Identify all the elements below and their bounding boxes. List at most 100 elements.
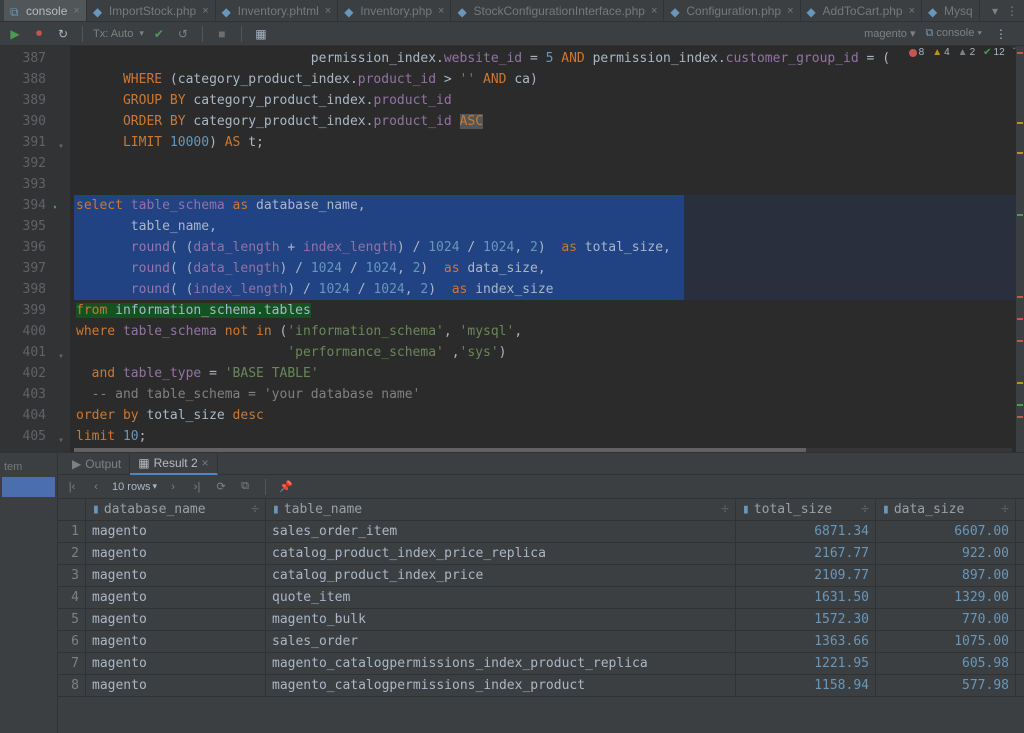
code-line[interactable]: permission_index.website_id = 5 AND perm… [74, 48, 1024, 69]
code-line[interactable]: select table_schema as database_name, [74, 195, 684, 216]
close-icon[interactable]: × [202, 456, 209, 470]
cell-database-name[interactable]: magento [86, 587, 266, 608]
chevron-down-icon[interactable]: ▾ [139, 28, 144, 39]
column-header[interactable]: ▮data_size÷ [876, 499, 1016, 520]
code-line[interactable]: 'performance_schema' ,'sys') [74, 342, 1024, 363]
file-tab[interactable]: ◆Inventory.php× [338, 0, 451, 22]
cell-total-size[interactable]: 1221.95 [736, 653, 876, 674]
file-tab[interactable]: ⧉console× [4, 0, 87, 22]
cell-data-size[interactable]: 770.00 [876, 609, 1016, 630]
more-icon[interactable]: ⋮ [1006, 4, 1018, 18]
editor-minimap-stripe[interactable] [1016, 46, 1024, 452]
close-icon[interactable]: × [325, 5, 331, 17]
last-page-icon[interactable]: ›| [189, 479, 205, 495]
code-line[interactable]: GROUP BY category_product_index.product_… [74, 90, 1024, 111]
code-line[interactable]: where table_schema not in ('information_… [74, 321, 1024, 342]
code-line[interactable]: LIMIT 10000) AS t; [74, 132, 1024, 153]
code-line[interactable]: round( (index_length) / 1024 / 1024, 2) … [74, 279, 684, 300]
history-icon[interactable]: ↻ [54, 25, 72, 43]
tx-mode-label[interactable]: Tx: Auto [93, 28, 133, 40]
cell-table-name[interactable]: sales_order_item [266, 521, 736, 542]
pin-icon[interactable]: 📌 [278, 479, 294, 495]
cell-data-size[interactable]: 605.98 [876, 653, 1016, 674]
cell-table-name[interactable]: quote_item [266, 587, 736, 608]
cell-database-name[interactable]: magento [86, 543, 266, 564]
rollback-icon[interactable]: ↺ [174, 25, 192, 43]
cell-total-size[interactable]: 2109.77 [736, 565, 876, 586]
sort-icon[interactable]: ÷ [251, 502, 259, 517]
datasource-label[interactable]: magento ▾ [864, 27, 915, 40]
code-line[interactable]: round( (data_length + index_length) / 10… [74, 237, 684, 258]
close-icon[interactable]: × [909, 5, 915, 17]
column-header[interactable]: ▮database_name÷ [86, 499, 266, 520]
cell-table-name[interactable]: magento_catalogpermissions_index_product [266, 675, 736, 696]
file-tab[interactable]: ◆ImportStock.php× [87, 0, 216, 22]
code-line[interactable]: order by total_size desc [74, 405, 1024, 426]
code-line[interactable]: from information_schema.tables [74, 300, 1024, 321]
prev-page-icon[interactable]: ‹ [88, 479, 104, 495]
stop2-icon[interactable]: ■ [213, 25, 231, 43]
cell-total-size[interactable]: 2167.77 [736, 543, 876, 564]
cell-database-name[interactable]: magento [86, 565, 266, 586]
sort-icon[interactable]: ÷ [721, 502, 729, 517]
table-row[interactable]: 8magentomagento_catalogpermissions_index… [58, 675, 1024, 697]
cell-data-size[interactable]: 1075.00 [876, 631, 1016, 652]
file-tab[interactable]: ◆Configuration.php× [664, 0, 800, 22]
sql-editor[interactable]: 3873883893903913923933943953963973983994… [0, 46, 1024, 452]
sidebar-item-unknown[interactable]: tem [2, 457, 55, 477]
code-line[interactable]: limit 10; [74, 426, 1024, 447]
rows-dropdown[interactable]: 10 rows ▾ [112, 481, 157, 493]
sort-icon[interactable]: ÷ [861, 502, 869, 517]
console-target-label[interactable]: ⧉ console ▾ [925, 27, 982, 40]
code-line[interactable] [74, 153, 1024, 174]
cell-total-size[interactable]: 1363.66 [736, 631, 876, 652]
code-area[interactable]: permission_index.website_id = 5 AND perm… [70, 46, 1024, 452]
cell-database-name[interactable]: magento [86, 521, 266, 542]
cell-table-name[interactable]: catalog_product_index_price_replica [266, 543, 736, 564]
close-icon[interactable]: × [73, 5, 79, 17]
code-line[interactable]: ORDER BY category_product_index.product_… [74, 111, 1024, 132]
left-tool-strip[interactable]: tem [0, 453, 58, 733]
sidebar-item-active[interactable] [2, 477, 55, 497]
result-tab[interactable]: ▶Output [64, 453, 130, 475]
code-line[interactable]: and table_type = 'BASE TABLE' [74, 363, 1024, 384]
cell-data-size[interactable]: 577.98 [876, 675, 1016, 696]
table-row[interactable]: 1magentosales_order_item6871.346607.00 [58, 521, 1024, 543]
file-tab[interactable]: ◆StockConfigurationInterface.php× [451, 0, 664, 22]
cell-database-name[interactable]: magento [86, 675, 266, 696]
table-row[interactable]: 7magentomagento_catalogpermissions_index… [58, 653, 1024, 675]
column-header[interactable]: ▮total_size÷ [736, 499, 876, 520]
table-row[interactable]: 6magentosales_order1363.661075.00 [58, 631, 1024, 653]
cell-data-size[interactable]: 897.00 [876, 565, 1016, 586]
cell-database-name[interactable]: magento [86, 609, 266, 630]
cell-table-name[interactable]: magento_bulk [266, 609, 736, 630]
chevron-down-icon[interactable]: ▾ [992, 4, 998, 18]
reload-icon[interactable]: ⟳ [213, 479, 229, 495]
fold-column[interactable]: ▾▾▾ [56, 46, 70, 452]
sort-icon[interactable]: ÷ [1001, 502, 1009, 517]
code-line[interactable]: table_name, [74, 216, 684, 237]
result-tab[interactable]: ▦Result 2 × [130, 453, 217, 475]
first-page-icon[interactable]: |‹ [64, 479, 80, 495]
close-icon[interactable]: × [651, 5, 657, 17]
close-icon[interactable]: × [202, 5, 208, 17]
close-icon[interactable]: × [787, 5, 793, 17]
code-line[interactable]: -- and table_schema = 'your database nam… [74, 384, 1024, 405]
file-tab[interactable]: ◆Inventory.phtml× [216, 0, 339, 22]
more-icon[interactable]: ⋮ [992, 25, 1010, 43]
file-tab[interactable]: ◆AddToCart.php× [801, 0, 923, 22]
cell-table-name[interactable]: catalog_product_index_price [266, 565, 736, 586]
table-row[interactable]: 3magentocatalog_product_index_price2109.… [58, 565, 1024, 587]
cell-data-size[interactable]: 1329.00 [876, 587, 1016, 608]
code-line[interactable] [74, 174, 1024, 195]
file-tab[interactable]: ◆Mysq [922, 0, 980, 22]
layout-icon[interactable]: ▦ [252, 25, 270, 43]
cell-data-size[interactable]: 922.00 [876, 543, 1016, 564]
code-line[interactable]: round( (data_length) / 1024 / 1024, 2) a… [74, 258, 684, 279]
copy-icon[interactable]: ⧉ [237, 479, 253, 495]
cell-total-size[interactable]: 1572.30 [736, 609, 876, 630]
next-page-icon[interactable]: › [165, 479, 181, 495]
cell-total-size[interactable]: 6871.34 [736, 521, 876, 542]
cell-database-name[interactable]: magento [86, 653, 266, 674]
close-icon[interactable]: × [438, 5, 444, 17]
